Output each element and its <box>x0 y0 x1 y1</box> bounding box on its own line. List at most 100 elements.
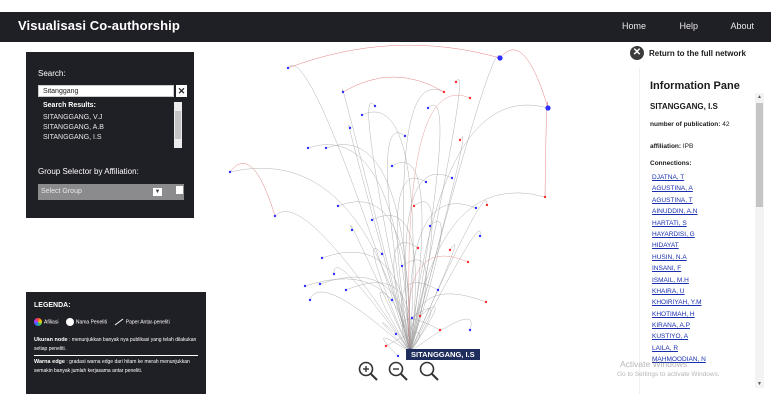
connection-link[interactable]: AGUSTINA, T <box>652 195 747 206</box>
network-node[interactable] <box>474 206 478 210</box>
zoom-out-icon[interactable] <box>387 360 409 382</box>
search-input[interactable] <box>38 85 174 97</box>
network-node[interactable] <box>468 96 472 100</box>
connection-link[interactable]: KHAIRA, U <box>652 286 747 297</box>
network-node[interactable] <box>380 252 384 256</box>
network-node[interactable] <box>384 344 388 348</box>
network-node[interactable] <box>341 90 345 94</box>
chevron-down-icon[interactable]: ▼ <box>153 188 162 196</box>
network-edge <box>307 144 411 353</box>
network-node[interactable] <box>350 228 354 232</box>
info-pane-scrollbar[interactable]: ▲ ▼ <box>755 93 764 388</box>
network-node[interactable] <box>497 55 503 61</box>
network-node[interactable] <box>426 106 430 110</box>
search-label: Search: <box>38 69 66 78</box>
network-node[interactable] <box>344 288 348 292</box>
connection-link[interactable]: KUSTIYO, A <box>652 331 747 342</box>
network-node[interactable] <box>348 126 352 130</box>
network-node[interactable] <box>454 80 458 84</box>
network-node[interactable] <box>308 298 312 302</box>
network-node[interactable] <box>466 260 470 264</box>
search-results-scrollbar[interactable] <box>174 102 182 148</box>
network-node[interactable] <box>373 104 377 108</box>
selected-node-label[interactable]: SITANGGANG, I.S <box>406 349 480 360</box>
network-node[interactable] <box>428 224 432 228</box>
connection-link[interactable]: KIRANA, A.P <box>652 320 747 331</box>
connection-link[interactable]: AINUDDIN, A.N <box>652 206 747 217</box>
connection-link[interactable]: HARTATI, S <box>652 218 747 229</box>
network-node[interactable] <box>416 246 420 250</box>
network-node[interactable] <box>448 248 452 252</box>
info-author-name: SITANGGANG, I.S <box>650 102 718 111</box>
zoom-in-icon[interactable] <box>357 360 379 382</box>
network-edges <box>229 44 549 357</box>
network-node[interactable] <box>543 195 547 199</box>
nav-home-link[interactable]: Home <box>622 21 646 31</box>
close-circle-icon[interactable]: ✕ <box>630 46 644 60</box>
legend-items: Afiliasi Nama Peneliti Paper Antar-penel… <box>34 318 170 326</box>
network-node[interactable] <box>332 272 336 276</box>
network-node[interactable] <box>273 214 277 218</box>
connection-link[interactable]: KHOTIMAH, H <box>652 309 747 320</box>
connection-link[interactable]: ISMAIL, M.H <box>652 275 747 286</box>
network-node[interactable] <box>436 288 440 292</box>
network-node[interactable] <box>424 180 428 184</box>
connection-link[interactable]: AGUSTINA, A <box>652 183 747 194</box>
search-result-item[interactable]: SITANGGANG, V.J <box>43 113 178 123</box>
network-node[interactable] <box>286 66 290 70</box>
network-node[interactable] <box>438 328 442 332</box>
network-node[interactable] <box>478 234 482 238</box>
network-node[interactable] <box>370 218 374 222</box>
network-node[interactable] <box>485 203 489 207</box>
group-select-dropdown[interactable]: Select Group ▼ <box>38 184 184 200</box>
scroll-down-icon[interactable]: ▼ <box>755 380 764 388</box>
network-node[interactable] <box>442 90 446 94</box>
scrollbar-thumb[interactable] <box>756 103 763 207</box>
network-node[interactable] <box>228 170 232 174</box>
network-node[interactable] <box>360 113 364 117</box>
connection-link[interactable]: DJATNA, T <box>652 172 747 183</box>
connection-link[interactable]: KHOIRIYAH, Y.M <box>652 297 747 308</box>
network-node[interactable] <box>318 282 322 286</box>
page: Visualisasi Co-authorship Home Help Abou… <box>0 0 771 394</box>
network-node[interactable] <box>468 328 472 332</box>
network-node[interactable] <box>396 354 400 358</box>
nav-help-link[interactable]: Help <box>679 21 698 31</box>
network-node[interactable] <box>400 264 404 268</box>
network-node[interactable] <box>484 300 488 304</box>
nav-about-link[interactable]: About <box>730 21 754 31</box>
return-to-full-network-link[interactable]: Return to the full network <box>649 49 746 58</box>
network-node[interactable] <box>324 146 328 150</box>
network-node[interactable] <box>303 284 307 288</box>
network-node[interactable] <box>403 134 407 138</box>
network-node[interactable] <box>306 146 310 150</box>
zoom-reset-icon[interactable] <box>418 360 440 382</box>
network-node[interactable] <box>394 332 398 336</box>
network-node[interactable] <box>390 164 394 168</box>
search-result-item[interactable]: SITANGGANG, A.B <box>43 123 178 133</box>
network-node[interactable] <box>390 298 394 302</box>
network-node[interactable] <box>418 314 422 318</box>
connection-link[interactable]: HUSIN, N.A <box>652 252 747 263</box>
connection-link[interactable]: LAILA, R <box>652 343 747 354</box>
network-edge <box>342 76 445 93</box>
scrollbar-thumb[interactable] <box>175 111 181 139</box>
scroll-up-icon[interactable]: ▲ <box>755 93 764 101</box>
network-node[interactable] <box>410 316 414 320</box>
connection-link[interactable]: HIDAYAT <box>652 240 747 251</box>
network-node[interactable] <box>336 204 340 208</box>
network-edge <box>309 291 411 353</box>
network-node[interactable] <box>450 176 454 180</box>
network-edge <box>409 318 472 353</box>
search-result-item[interactable]: SITANGGANG, I.S <box>43 133 178 143</box>
network-node[interactable] <box>458 138 462 142</box>
network-node[interactable] <box>545 105 551 111</box>
network-node[interactable] <box>320 256 324 260</box>
network-node[interactable] <box>412 204 416 208</box>
connection-link[interactable]: HAYARDISI, G <box>652 229 747 240</box>
app-title: Visualisasi Co-authorship <box>18 18 180 33</box>
close-icon[interactable]: ✕ <box>176 85 187 97</box>
top-bar: Visualisasi Co-authorship Home Help Abou… <box>0 12 771 42</box>
legend-item-researcher: Nama Peneliti <box>75 319 107 326</box>
connection-link[interactable]: INSANI, F <box>652 263 747 274</box>
